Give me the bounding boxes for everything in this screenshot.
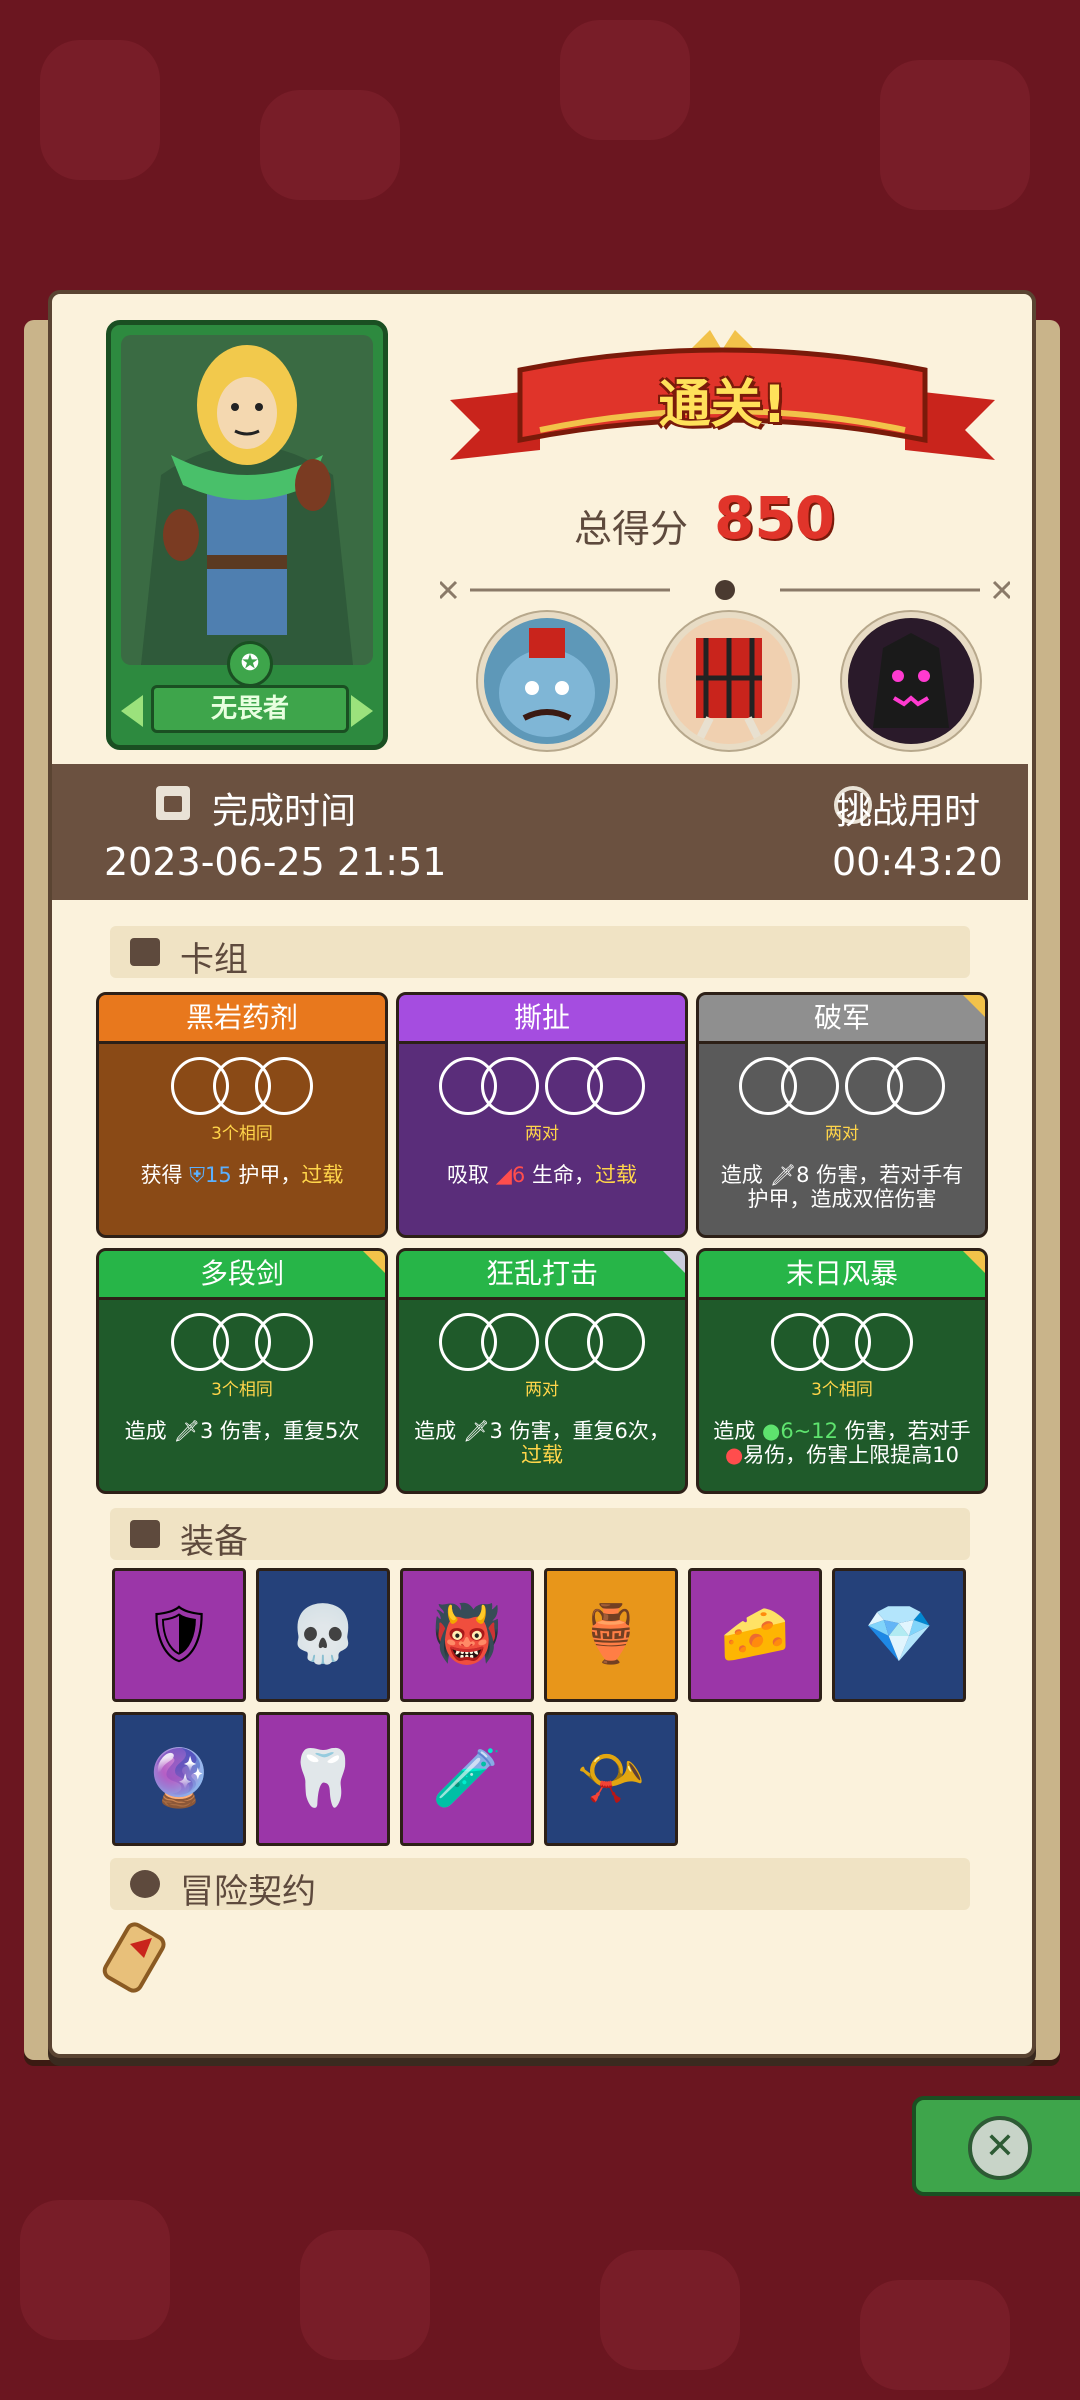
scroll-contract-icon[interactable] [100,1918,170,1998]
card-requirement: 3个相同 [811,1380,873,1400]
boss-dark-knight-icon[interactable] [842,612,980,750]
total-score-value: 850 [714,484,836,552]
equipment-slot[interactable]: 🦷 [256,1712,390,1846]
equipment-section-header: 装备 [110,1508,970,1562]
skill-card[interactable]: 黑岩药剂 3个相同 获得 ⛨15 护甲，过载 [96,992,388,1238]
victory-title: 通关! [658,375,787,435]
sword-icon: 🗡 [173,1419,200,1443]
rarity-corner-icon [963,1251,985,1273]
equipment-title: 装备 [180,1522,248,1562]
close-icon[interactable]: ✕ [968,2116,1032,2180]
hero-name: 无畏者 [151,685,349,733]
hero-class-emblem-icon: ✪ [227,641,273,687]
card-name: 末日风暴 [699,1251,985,1300]
boss-blue-ogre-icon[interactable] [478,612,616,750]
boss-caged-red-demon-icon[interactable] [660,612,798,750]
hero-card[interactable]: ✪ 无畏者 [106,320,388,750]
card-description: 获得 ⛨15 护甲，过载 [140,1163,344,1187]
skill-card[interactable]: 多段剑 3个相同 造成 🗡3 伤害，重复5次 [96,1248,388,1494]
ornament-divider [440,580,1010,600]
pink-d20-gem-icon: 🔮 [144,1746,214,1811]
equipment-slot[interactable]: 💎 [832,1568,966,1702]
card-name: 破军 [699,995,985,1044]
purple-potion-icon: 🧪 [432,1746,502,1811]
equipment-slot[interactable]: 🔮 [112,1712,246,1846]
arrow-right-icon [351,695,373,727]
horned-skull-icon: 💀 [288,1602,358,1667]
cheese-wedge-icon: 🧀 [720,1602,790,1667]
arrow-left-icon [121,695,143,727]
sword-icon: 🗡 [462,1419,490,1443]
skill-card[interactable]: 末日风暴 3个相同 造成 ●6~12 伤害，若对手 ●易伤，伤害上限提高10 [696,1248,988,1494]
card-name: 撕扯 [399,995,685,1044]
card-name: 多段剑 [99,1251,385,1300]
card-description: 吸取 ◢6 生命，过载 [447,1163,637,1187]
deck-title: 卡组 [180,940,248,980]
equipment-slot[interactable]: 🏺 [544,1568,678,1702]
duration-value: 00:43:20 [832,840,1003,884]
dice-sockets [699,1057,985,1117]
card-description: 造成 🗡3 伤害，重复6次，过载 [414,1419,670,1467]
fangs-icon: 🦷 [288,1746,358,1811]
demon-mask-shield-icon: 👹 [432,1602,502,1667]
jade-vase-icon: 🏺 [576,1602,646,1667]
leather-bracer-icon: 🛡 [143,1602,215,1667]
person-icon [130,1870,160,1898]
card-requirement: 两对 [525,1124,559,1144]
sword-icon: 🗡 [769,1163,797,1187]
rarity-corner-icon [963,995,985,1017]
equipment-slot[interactable]: 🧪 [400,1712,534,1846]
shield-icon: ⛨ [189,1163,205,1187]
dice-sockets [699,1313,985,1373]
equipment-slot[interactable]: 🧀 [688,1568,822,1702]
horn-flute-icon: 📯 [576,1746,646,1811]
dice-sockets [99,1057,385,1117]
completion-time-label: 完成时间 [212,791,357,832]
contract-section-header: 冒险契约 [110,1858,970,1912]
duration-label: 挑战用时 [836,791,981,832]
rarity-corner-icon [363,1251,385,1273]
total-score-label: 总得分 [574,507,689,551]
card-description: 造成 🗡8 伤害，若对手有护甲，造成双倍伤害 [720,1163,964,1211]
completion-time-value: 2023-06-25 21:51 [104,840,447,884]
deck-section-header: 卡组 [110,926,970,980]
poison-icon: ● [761,1419,781,1443]
dice-sockets [399,1057,685,1117]
card-requirement: 3个相同 [211,1380,273,1400]
hero-portrait [121,335,373,665]
card-name: 狂乱打击 [399,1251,685,1300]
card-requirement: 两对 [525,1380,559,1400]
fang-icon: ◢ [495,1163,512,1187]
box-icon [130,1520,160,1548]
run-stats-bar: 完成时间 2023-06-25 21:51 挑战用时 00:43:20 [52,764,1028,900]
close-tab[interactable]: ✕ [912,2096,1080,2196]
blue-crystal-icon: 💎 [864,1602,934,1667]
card-description: 造成 ●6~12 伤害，若对手 ●易伤，伤害上限提高10 [713,1419,971,1467]
vulnerable-icon: ● [724,1443,744,1467]
cards-icon [130,938,160,966]
equipment-slot[interactable]: 💀 [256,1568,390,1702]
card-name: 黑岩药剂 [99,995,385,1044]
skill-card[interactable]: 破军 两对 造成 🗡8 伤害，若对手有护甲，造成双倍伤害 [696,992,988,1238]
dice-sockets [399,1313,685,1373]
card-requirement: 3个相同 [211,1124,273,1144]
dice-sockets [99,1313,385,1373]
card-requirement: 两对 [825,1124,859,1144]
contract-title: 冒险契约 [180,1872,316,1912]
skill-card[interactable]: 撕扯 两对 吸取 ◢6 生命，过载 [396,992,688,1238]
victory-banner: 通关! [450,330,995,490]
equipment-slot[interactable]: 👹 [400,1568,534,1702]
equipment-slot[interactable]: 🛡 [112,1568,246,1702]
card-description: 造成 🗡3 伤害，重复5次 [124,1419,360,1443]
equipment-slot[interactable]: 📯 [544,1712,678,1846]
calendar-icon [156,786,190,820]
skill-card[interactable]: 狂乱打击 两对 造成 🗡3 伤害，重复6次，过载 [396,1248,688,1494]
rarity-corner-icon [663,1251,685,1273]
